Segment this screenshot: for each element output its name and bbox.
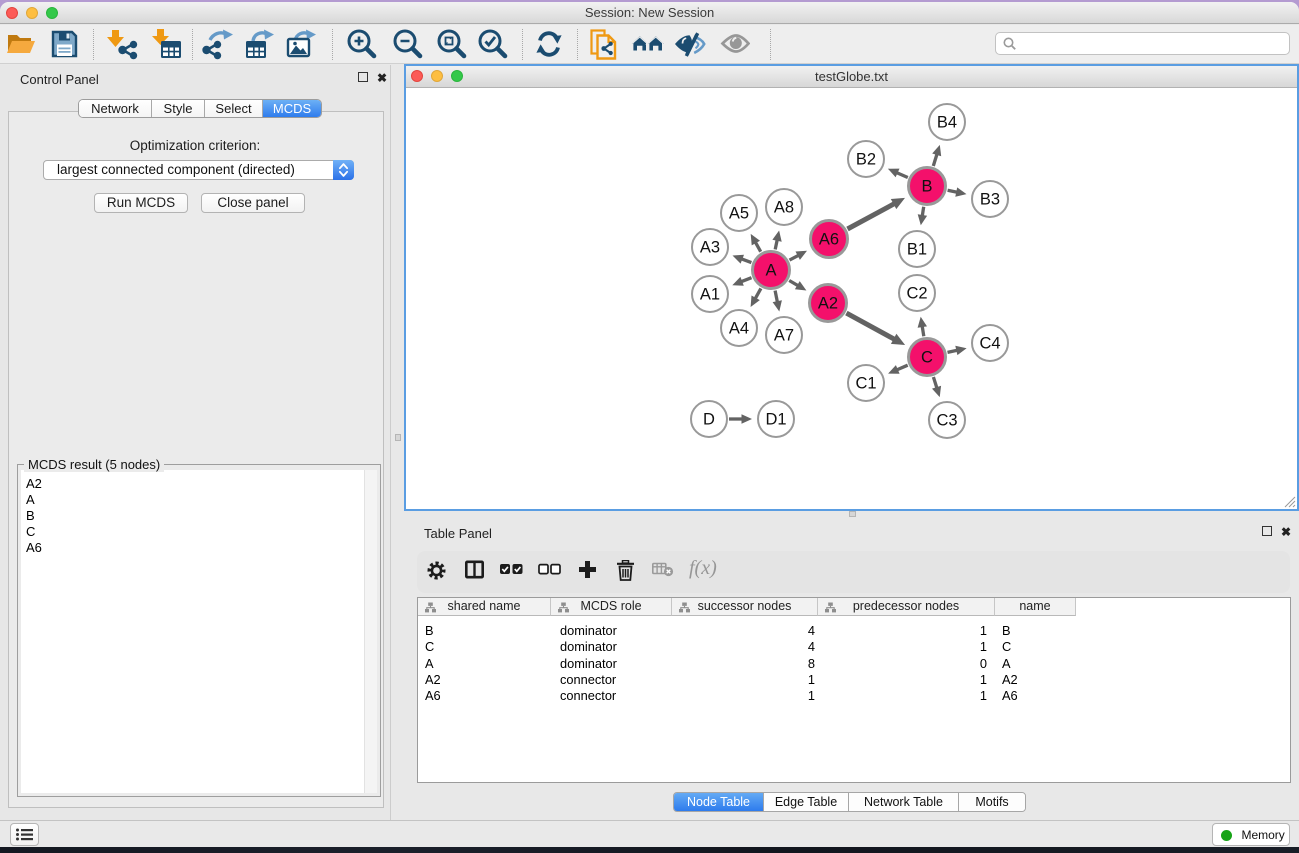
- svg-text:C2: C2: [906, 285, 927, 303]
- svg-text:A1: A1: [700, 286, 720, 304]
- svg-text:A: A: [765, 262, 776, 280]
- svg-text:A6: A6: [819, 231, 839, 249]
- svg-text:C1: C1: [855, 375, 876, 393]
- svg-text:A4: A4: [729, 320, 749, 338]
- svg-text:B3: B3: [980, 191, 1000, 209]
- svg-text:B2: B2: [856, 151, 876, 169]
- svg-text:B1: B1: [907, 241, 927, 259]
- svg-text:A2: A2: [818, 295, 838, 313]
- svg-text:A3: A3: [700, 239, 720, 257]
- svg-text:A5: A5: [729, 205, 749, 223]
- svg-text:C3: C3: [936, 412, 957, 430]
- svg-text:D1: D1: [765, 411, 786, 429]
- svg-text:C: C: [921, 349, 933, 367]
- svg-text:A7: A7: [774, 327, 794, 345]
- svg-text:B: B: [921, 178, 932, 196]
- svg-text:B4: B4: [937, 114, 957, 132]
- svg-text:C4: C4: [979, 335, 1000, 353]
- svg-text:A8: A8: [774, 199, 794, 217]
- svg-text:D: D: [703, 411, 715, 429]
